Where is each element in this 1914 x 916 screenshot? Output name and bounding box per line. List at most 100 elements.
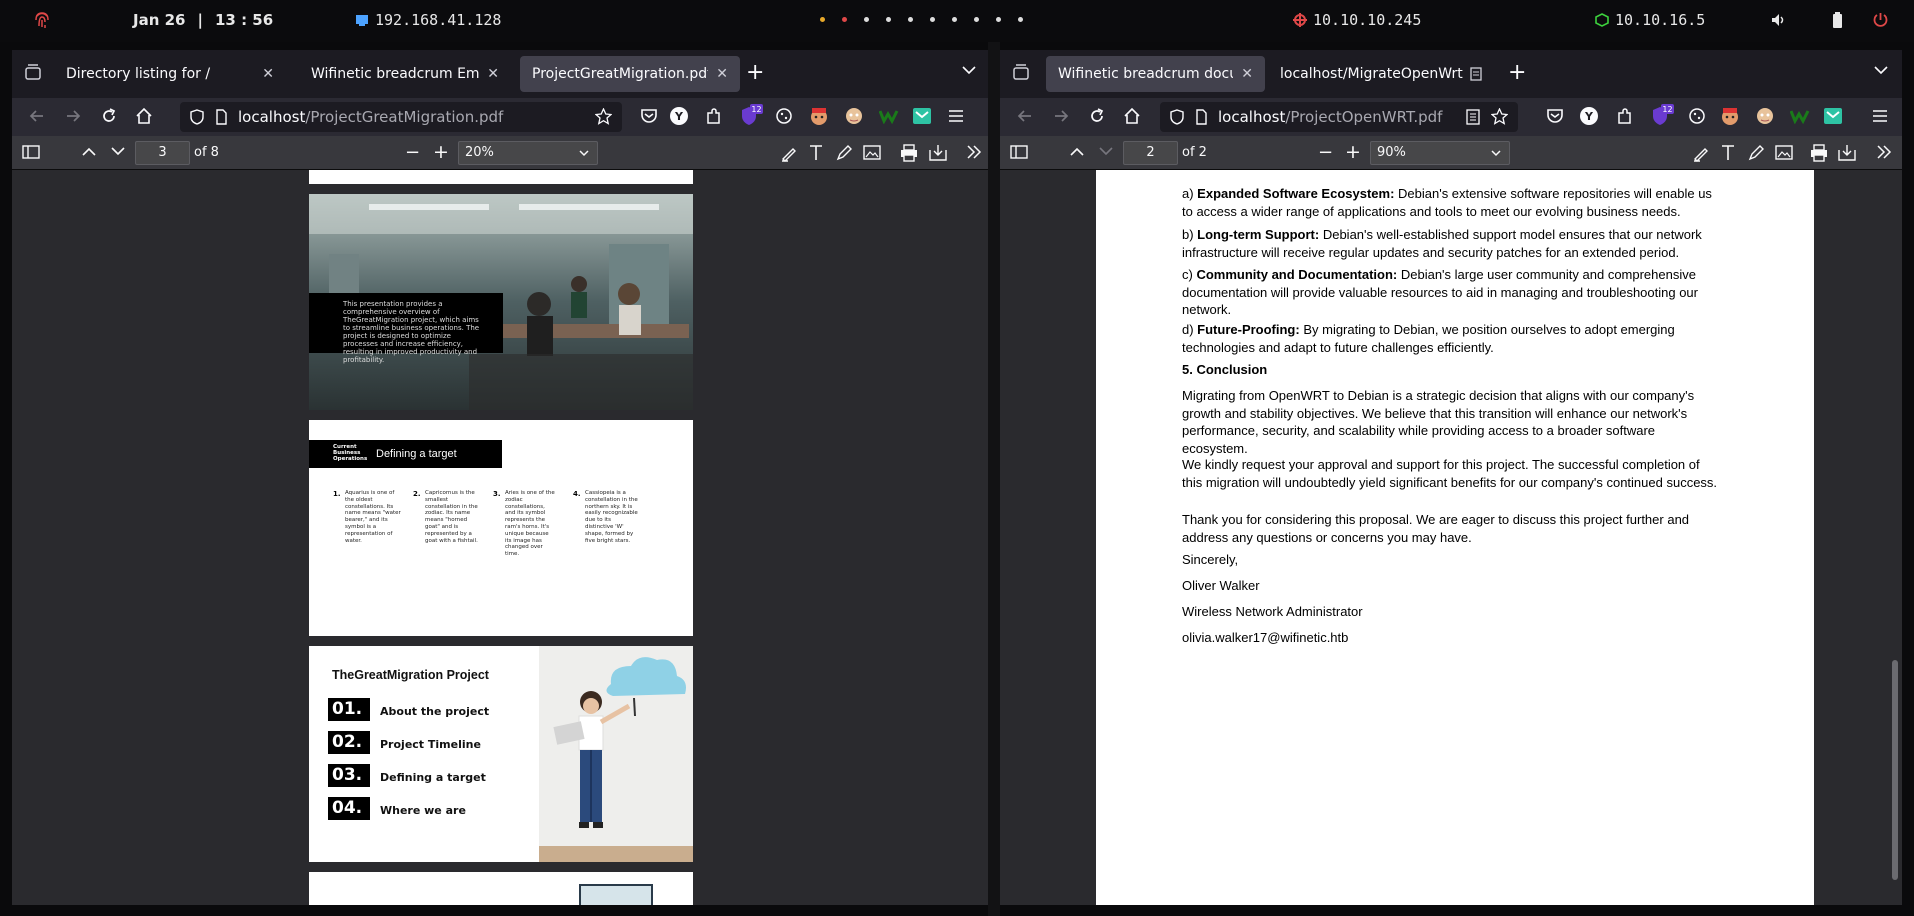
agenda-item-4: 04. Where we are bbox=[328, 797, 466, 820]
avatar-extension-icon[interactable] bbox=[844, 106, 864, 126]
page-number-input[interactable]: 2 bbox=[1123, 141, 1178, 165]
close-icon[interactable]: ✕ bbox=[487, 66, 499, 82]
power-icon[interactable] bbox=[1873, 12, 1888, 27]
save-icon[interactable] bbox=[1838, 144, 1856, 162]
mail-extension-icon[interactable] bbox=[912, 106, 932, 126]
reader-view-icon[interactable] bbox=[1470, 67, 1482, 81]
agenda-number: 02. bbox=[328, 731, 370, 754]
tab-wifinetic[interactable]: Wifinetic breadcrum Emplo ✕ bbox=[299, 56, 511, 92]
sidebar-toggle-icon[interactable] bbox=[1010, 144, 1028, 160]
tab-migrate-openwrt[interactable]: localhost/MigrateOpenWrt.txt bbox=[1268, 56, 1494, 92]
cookie-icon[interactable] bbox=[1688, 107, 1706, 125]
highlight-icon[interactable] bbox=[1692, 144, 1710, 162]
zoom-select[interactable]: 20% bbox=[458, 141, 598, 165]
ublock-icon[interactable]: 12 bbox=[1650, 104, 1674, 128]
image-icon[interactable] bbox=[863, 144, 881, 162]
back-icon[interactable] bbox=[28, 107, 46, 125]
battery-icon[interactable] bbox=[1833, 12, 1842, 28]
zoom-out-icon[interactable]: − bbox=[1318, 142, 1333, 163]
avatar-extension-icon[interactable] bbox=[1755, 106, 1775, 126]
list-all-tabs-icon[interactable] bbox=[962, 66, 976, 75]
zoom-in-icon[interactable]: + bbox=[433, 141, 449, 163]
url-host: localhost bbox=[238, 108, 306, 126]
print-icon[interactable] bbox=[1810, 144, 1828, 162]
extensions-puzzle-icon[interactable] bbox=[705, 107, 723, 125]
signature-role: Wireless Network Administrator bbox=[1182, 604, 1363, 619]
previous-page-icon[interactable] bbox=[1070, 147, 1084, 156]
reload-icon[interactable] bbox=[1088, 107, 1106, 125]
forward-icon[interactable] bbox=[1052, 107, 1070, 125]
forward-icon[interactable] bbox=[64, 107, 82, 125]
zoom-out-icon[interactable]: − bbox=[405, 142, 420, 163]
foxyproxy-icon[interactable] bbox=[1720, 106, 1740, 126]
close-icon[interactable]: ✕ bbox=[1241, 66, 1253, 82]
pdf-viewer-left[interactable]: This presentation provides a comprehensi… bbox=[12, 170, 988, 905]
close-icon[interactable]: ✕ bbox=[262, 66, 274, 82]
new-tab-icon[interactable]: + bbox=[746, 60, 764, 85]
cookie-icon[interactable] bbox=[775, 107, 793, 125]
url-host: localhost bbox=[1218, 108, 1286, 126]
volume-icon[interactable] bbox=[1771, 13, 1785, 27]
text-tool-icon[interactable] bbox=[808, 144, 824, 162]
page-info-icon[interactable] bbox=[1194, 109, 1208, 125]
app-menu-icon[interactable] bbox=[1872, 109, 1888, 123]
yandex-icon[interactable]: Y bbox=[1579, 106, 1599, 126]
firefox-view-icon[interactable] bbox=[1012, 64, 1030, 82]
zoom-select[interactable]: 90% bbox=[1370, 141, 1510, 165]
draw-icon[interactable] bbox=[1747, 144, 1765, 162]
fingerprint-icon[interactable] bbox=[34, 10, 50, 30]
print-icon[interactable] bbox=[900, 144, 918, 162]
column-text: Aries is one of the zodiac constellation… bbox=[505, 490, 555, 558]
sidebar-toggle-icon[interactable] bbox=[22, 144, 40, 160]
save-icon[interactable] bbox=[929, 144, 947, 162]
extensions-puzzle-icon[interactable] bbox=[1616, 107, 1634, 125]
tools-menu-icon[interactable] bbox=[1876, 144, 1892, 160]
tab-project-great-migration[interactable]: ProjectGreatMigration.pdf ✕ bbox=[520, 56, 740, 92]
mail-extension-icon[interactable] bbox=[1823, 106, 1843, 126]
next-page-icon[interactable] bbox=[111, 147, 125, 156]
page-info-icon[interactable] bbox=[214, 109, 228, 125]
time-text: 13 : 56 bbox=[214, 11, 274, 29]
tab-wifinetic-document[interactable]: Wifinetic breadcrum documen ✕ bbox=[1046, 56, 1265, 92]
pocket-icon[interactable] bbox=[1546, 107, 1564, 125]
home-icon[interactable] bbox=[135, 107, 153, 125]
zoom-in-icon[interactable]: + bbox=[1345, 141, 1361, 163]
vertical-scrollbar[interactable] bbox=[1892, 660, 1898, 880]
foxyproxy-icon[interactable] bbox=[809, 106, 829, 126]
image-icon[interactable] bbox=[1775, 144, 1793, 162]
ublock-icon[interactable]: 12 bbox=[739, 104, 763, 128]
workspace-dots[interactable] bbox=[820, 17, 1023, 22]
list-all-tabs-icon[interactable] bbox=[1874, 66, 1888, 75]
pocket-icon[interactable] bbox=[640, 107, 658, 125]
date-text: Jan 26 bbox=[133, 11, 186, 29]
new-tab-icon[interactable]: + bbox=[1508, 60, 1526, 85]
text-tool-icon[interactable] bbox=[1720, 144, 1736, 162]
tab-title: localhost/MigrateOpenWrt.txt bbox=[1280, 66, 1464, 82]
url-bar[interactable]: localhost/ProjectGreatMigration.pdf bbox=[180, 102, 622, 132]
bookmark-star-icon[interactable] bbox=[1491, 108, 1508, 125]
reload-icon[interactable] bbox=[100, 107, 118, 125]
next-page-icon[interactable] bbox=[1099, 147, 1113, 156]
bookmark-star-icon[interactable] bbox=[595, 108, 612, 125]
pdf-viewer-right[interactable]: a) Expanded Software Ecosystem: Debian's… bbox=[1000, 170, 1902, 905]
tools-menu-icon[interactable] bbox=[966, 144, 982, 160]
home-icon[interactable] bbox=[1123, 107, 1141, 125]
back-icon[interactable] bbox=[1016, 107, 1034, 125]
wappalyzer-icon[interactable] bbox=[879, 108, 899, 124]
draw-icon[interactable] bbox=[835, 144, 853, 162]
wappalyzer-icon[interactable] bbox=[1790, 108, 1810, 124]
previous-page-icon[interactable] bbox=[82, 147, 96, 156]
shield-icon[interactable] bbox=[1170, 109, 1184, 125]
yandex-icon[interactable]: Y bbox=[669, 106, 689, 126]
tab-directory-listing[interactable]: Directory listing for / ✕ bbox=[54, 56, 286, 92]
close-icon[interactable]: ✕ bbox=[716, 66, 728, 82]
page-number-input[interactable]: 3 bbox=[135, 141, 190, 165]
url-bar[interactable]: localhost/ProjectOpenWRT.pdf bbox=[1160, 102, 1518, 132]
reader-mode-icon[interactable] bbox=[1466, 109, 1480, 125]
firefox-view-icon[interactable] bbox=[24, 64, 42, 82]
highlight-icon[interactable] bbox=[780, 144, 798, 162]
shield-icon[interactable] bbox=[190, 109, 204, 125]
benefit-d: d) Future-Proofing: By migrating to Debi… bbox=[1182, 322, 1675, 355]
app-menu-icon[interactable] bbox=[948, 109, 964, 123]
window-gap bbox=[988, 42, 1000, 916]
